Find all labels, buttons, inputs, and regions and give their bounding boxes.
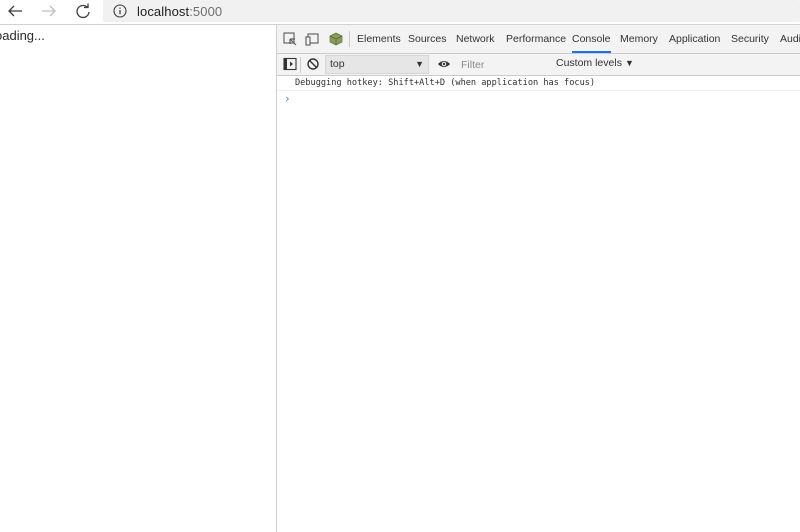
- context-selector[interactable]: top ▼: [325, 55, 429, 74]
- back-button[interactable]: [0, 0, 30, 22]
- tab-console[interactable]: Console: [572, 25, 611, 53]
- forward-button[interactable]: [34, 0, 64, 22]
- reload-button[interactable]: [68, 0, 98, 22]
- tab-elements[interactable]: Elements: [357, 25, 401, 53]
- log-levels-dropdown[interactable]: Custom levels ▼: [556, 57, 634, 69]
- console-message: Debugging hotkey: Shift+Alt+D (when appl…: [277, 76, 800, 91]
- show-sidebar-icon[interactable]: [283, 57, 297, 71]
- arrow-left-icon: [8, 5, 22, 17]
- inspect-element-icon[interactable]: [283, 32, 297, 46]
- log-levels-label: Custom levels: [556, 57, 622, 69]
- toolbar-separator: [300, 57, 301, 73]
- refresh-icon: [76, 3, 90, 19]
- loading-text: oading...: [0, 28, 45, 43]
- arrow-right-icon: [42, 5, 56, 17]
- tabbar-separator: [349, 31, 350, 47]
- context-value: top: [330, 58, 345, 70]
- extension-cube-icon[interactable]: [329, 32, 343, 46]
- tab-application[interactable]: Application: [669, 25, 720, 53]
- tab-performance[interactable]: Performance: [506, 25, 566, 53]
- url-host: localhost: [137, 3, 190, 19]
- url-text[interactable]: localhost:5000: [137, 4, 222, 19]
- console-prompt-icon[interactable]: ›: [284, 92, 291, 105]
- device-toolbar-icon[interactable]: [305, 32, 319, 46]
- filter-input[interactable]: [457, 55, 551, 74]
- tab-audits[interactable]: Audit: [780, 25, 800, 53]
- url-port: :5000: [189, 3, 223, 19]
- page-viewport: oading...: [0, 25, 276, 532]
- console-message-text: Debugging hotkey: Shift+Alt+D (when appl…: [295, 78, 596, 88]
- dropdown-caret-icon: ▼: [415, 59, 424, 69]
- tab-security[interactable]: Security: [731, 25, 769, 53]
- console-toolbar: top ▼ Custom levels▼: [277, 54, 800, 76]
- eye-icon[interactable]: [437, 57, 451, 71]
- dropdown-caret-icon: ▼: [624, 58, 634, 68]
- info-icon[interactable]: [113, 4, 127, 18]
- tab-sources[interactable]: Sources: [408, 25, 447, 53]
- console-output[interactable]: Debugging hotkey: Shift+Alt+D (when appl…: [277, 76, 800, 532]
- address-bar[interactable]: localhost:5000: [103, 0, 800, 22]
- devtools-panel: Elements Sources Network Performance Con…: [277, 25, 800, 532]
- tab-network[interactable]: Network: [456, 25, 495, 53]
- devtools-tabbar: Elements Sources Network Performance Con…: [277, 25, 800, 54]
- browser-toolbar: localhost:5000: [0, 0, 800, 25]
- tab-memory[interactable]: Memory: [620, 25, 658, 53]
- clear-console-icon[interactable]: [306, 57, 320, 71]
